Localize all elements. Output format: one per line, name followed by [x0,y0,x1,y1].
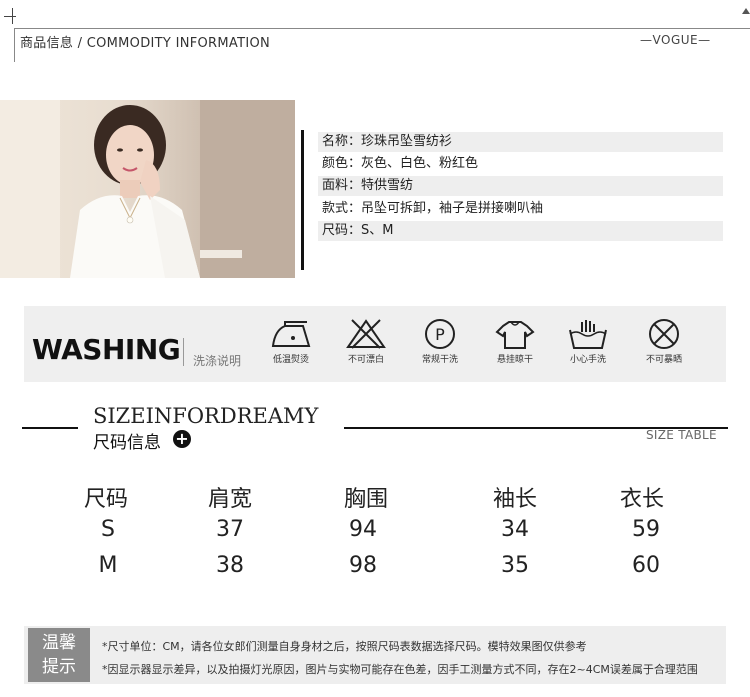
size-divider-left [22,427,78,429]
vogue-label: —VOGUE— [640,33,711,47]
wash-item-bleach: 不可漂白 [331,318,401,365]
size-header-length: 衣长 [619,487,664,512]
size-cell: 94 [349,517,377,542]
section-title: 商品信息 / COMMODITY INFORMATION [20,36,271,51]
size-title-en: SIZEINFORDREAMY [93,404,319,428]
model-photo-illustration [0,100,295,278]
size-title-cn: 尺码信息 [93,433,161,453]
size-header-bust: 胸围 [343,487,388,512]
plus-icon: + [173,430,191,448]
size-cell: 59 [632,517,660,542]
header-divider [14,28,750,29]
wash-item-nosun: 不可暴晒 [629,318,699,365]
model-photo [0,100,295,278]
info-row-name: 名称：珍珠吊坠雪纺衫 [318,132,723,152]
wash-item-handwash: 小心手洗 [553,318,623,365]
washing-separator [183,338,184,366]
wash-label-iron: 低温熨烫 [272,355,309,365]
size-cell: 34 [501,517,529,542]
wash-label-bleach: 不可漂白 [347,355,384,365]
info-row-size: 尺码：S、M [318,221,723,241]
size-cell: 60 [632,553,660,578]
info-row-color: 颜色：灰色、白色、粉红色 [322,156,479,171]
wash-item-iron: 低温熨烫 [256,318,326,365]
size-header-shoulder: 肩宽 [207,487,252,512]
corner-mark-horizontal [4,16,16,17]
dry-clean-icon: P [425,319,455,349]
corner-triangle-icon [742,8,750,14]
size-cell: 35 [501,553,529,578]
iron-low-temp-icon [271,321,311,347]
hand-wash-icon [569,320,607,349]
tips-label: 温馨 提示 [28,628,90,682]
tip-line: *尺寸单位：CM，请各位女郎们测量自身身材之后，按照尺码表数据选择尺码。模特效果… [102,640,587,653]
no-bleach-icon [346,319,386,349]
tip-line: *因显示器显示差异，以及拍摄灯光原因，图片与实物可能存在色差，因手工测量方式不同… [102,663,698,676]
size-cell: 98 [349,553,377,578]
size-cell: 37 [216,517,244,542]
size-cell: S [101,517,115,542]
hang-dry-icon [495,321,535,349]
info-accent-bar [301,130,304,270]
washing-title: WASHING [32,333,181,366]
wash-label-dryclean: 常规干洗 [421,355,458,365]
wash-label-handwash: 小心手洗 [569,355,606,365]
size-cell: 38 [216,553,244,578]
info-row-style: 款式：吊坠可拆卸，袖子是拼接喇叭袖 [322,201,544,216]
size-table-label: SIZE TABLE [646,428,717,442]
size-header-size: 尺码 [83,487,128,512]
tips-label-line2: 提示 [42,657,76,677]
header-divider-vertical [14,28,15,62]
wash-label-nosun: 不可暴晒 [645,355,682,365]
no-sun-icon [649,319,679,349]
size-header-sleeve: 袖长 [492,487,537,512]
svg-text:P: P [435,325,445,344]
washing-subtitle: 洗涤说明 [193,354,242,368]
wash-item-hang: 悬挂晾干 [480,318,550,365]
tips-label-line1: 温馨 [42,633,76,653]
wash-label-hang: 悬挂晾干 [496,355,533,365]
wash-item-dryclean: P 常规干洗 [405,318,475,365]
size-cell: M [98,553,118,578]
info-row-fabric: 面料：特供雪纺 [318,176,723,196]
